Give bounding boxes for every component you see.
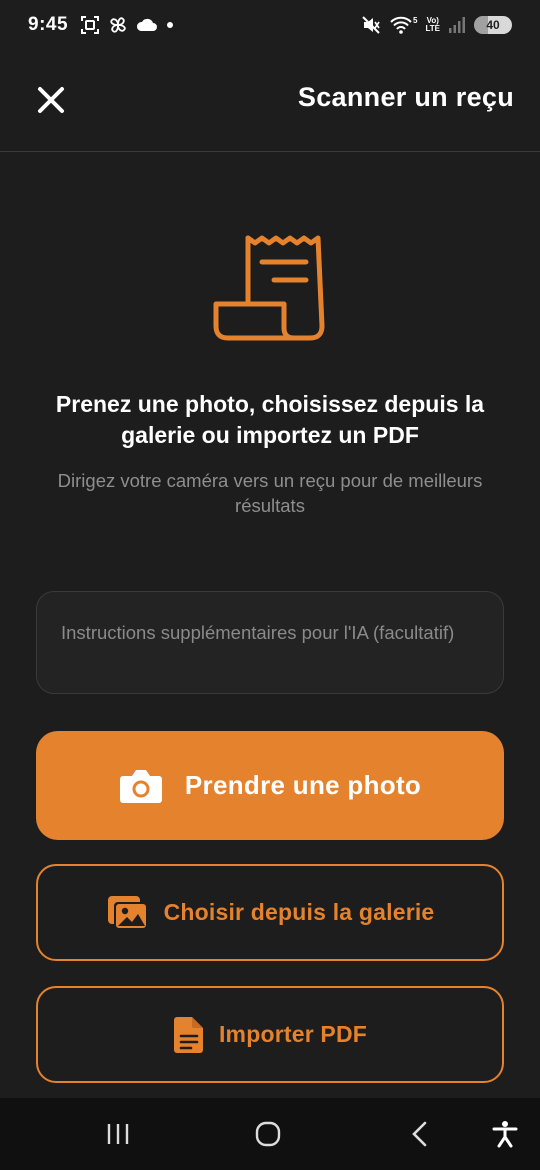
lte-indicator: Vo) LTE [425, 17, 440, 33]
close-icon [38, 87, 64, 113]
recent-apps-icon [107, 1124, 129, 1144]
home-icon [255, 1121, 281, 1147]
receipt-icon [213, 235, 325, 341]
signal-icon [449, 17, 465, 33]
status-bar: 9:45 5 Vo) LTE 40 [0, 0, 540, 50]
wifi-icon [390, 16, 412, 34]
pinwheel-icon [110, 17, 126, 33]
mute-icon [362, 16, 380, 34]
battery-level: 40 [486, 18, 500, 32]
recent-apps-button[interactable] [100, 1116, 136, 1152]
import-pdf-button[interactable]: Importer PDF [36, 986, 504, 1083]
gallery-icon [107, 895, 148, 930]
status-time: 9:45 [28, 14, 69, 35]
status-right: 5 Vo) LTE 40 [361, 15, 512, 35]
cloud-icon [137, 18, 158, 31]
status-left: 9:45 [28, 14, 174, 36]
back-button[interactable] [402, 1116, 438, 1152]
file-icon [173, 1016, 203, 1053]
choose-gallery-label: Choisir depuis la galerie [163, 899, 435, 925]
ai-instructions-field[interactable] [36, 591, 504, 694]
screenshot-icon [81, 16, 100, 34]
lte-label: LTE [425, 24, 440, 33]
accessibility-icon [492, 1121, 518, 1148]
take-photo-label: Prendre une photo [184, 770, 422, 800]
back-icon [412, 1121, 427, 1147]
network-5-label: 5 [413, 16, 418, 25]
ai-instructions-input[interactable] [61, 620, 479, 680]
header: Scanner un reçu [0, 50, 540, 152]
page-title: Scanner un reçu [297, 82, 514, 112]
accessibility-button[interactable] [487, 1116, 523, 1152]
home-button[interactable] [250, 1116, 286, 1152]
camera-icon [119, 769, 162, 803]
import-pdf-label: Importer PDF [218, 1021, 368, 1047]
hero-title: Prenez une photo, choisissez depuis la g… [55, 391, 485, 448]
choose-gallery-button[interactable]: Choisir depuis la galerie [36, 864, 504, 961]
take-photo-button[interactable]: Prendre une photo [36, 731, 504, 840]
battery-indicator: 40 [474, 16, 512, 34]
system-nav-bar [0, 1098, 540, 1170]
dot-icon [167, 22, 174, 28]
status-notification-icons [80, 15, 174, 35]
hero-subtitle: Dirigez votre caméra vers un reçu pour d… [57, 470, 483, 516]
close-button[interactable] [34, 83, 68, 117]
